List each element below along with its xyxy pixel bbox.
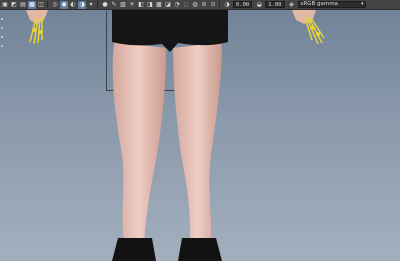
- bookmark-icon[interactable]: ◩: [10, 1, 18, 9]
- gamma-icon[interactable]: ◒: [255, 1, 263, 9]
- color-management-icon[interactable]: ◈: [288, 1, 296, 9]
- camera-attributes-icon[interactable]: ▣: [1, 1, 9, 9]
- anti-aliasing-icon[interactable]: ◪: [164, 1, 172, 9]
- motion-blur-icon[interactable]: ▩: [155, 1, 163, 9]
- left-hand-joints[interactable]: [26, 10, 48, 45]
- depth-of-field-icon[interactable]: ◔: [173, 1, 181, 9]
- toolbar-divider: [219, 1, 220, 8]
- toolbar-divider: [47, 1, 48, 8]
- left-leg: [112, 42, 166, 242]
- isolate-select-icon[interactable]: ◌: [182, 1, 190, 9]
- safe-action-icon[interactable]: ◑: [78, 0, 86, 9]
- xray-joints-icon[interactable]: ⊘: [200, 1, 208, 9]
- film-gate-icon[interactable]: ◫: [37, 1, 45, 9]
- field-chart-icon[interactable]: ◐: [69, 1, 77, 9]
- chevron-down-icon: ▾: [360, 1, 364, 7]
- default-material-icon[interactable]: ✎: [110, 1, 118, 9]
- xray-icon[interactable]: ◍: [191, 1, 199, 9]
- viewport-scene[interactable]: [0, 10, 400, 261]
- wireframe-icon[interactable]: ▾: [87, 1, 95, 9]
- shadows-icon[interactable]: ◧: [137, 1, 145, 9]
- right-boot: [178, 238, 222, 261]
- grid-icon[interactable]: ▦: [28, 0, 36, 9]
- color-space-dropdown[interactable]: sRGB gamma ▾: [297, 1, 366, 8]
- image-plane-icon[interactable]: ▤: [19, 1, 27, 9]
- gate-mask-icon[interactable]: ◉: [60, 0, 68, 9]
- gamma-field[interactable]: 1.00: [265, 1, 285, 8]
- color-space-value: sRGB gamma: [300, 1, 338, 7]
- right-leg: [173, 42, 222, 242]
- smooth-shade-icon[interactable]: ●: [101, 1, 109, 9]
- viewport-panel-toolbar: ▣ ◩ ▤ ▦ ◫ ◎ ◉ ◐ ◑ ▾ ● ✎ ▧ ☀ ◧ ◨ ▩ ◪ ◔ ◌ …: [0, 0, 400, 10]
- left-boot: [112, 238, 156, 261]
- exposure-icon[interactable]: ◑: [223, 1, 231, 9]
- exposure-field[interactable]: 0.00: [233, 1, 253, 8]
- right-hand-joints[interactable]: [292, 10, 325, 45]
- backface-icon[interactable]: ⊙: [209, 1, 217, 9]
- textured-icon[interactable]: ▧: [119, 1, 127, 9]
- toolbar-divider: [97, 1, 98, 8]
- resolution-gate-icon[interactable]: ◎: [51, 1, 59, 9]
- lighting-icon[interactable]: ☀: [128, 1, 136, 9]
- screen-space-ao-icon[interactable]: ◨: [146, 1, 154, 9]
